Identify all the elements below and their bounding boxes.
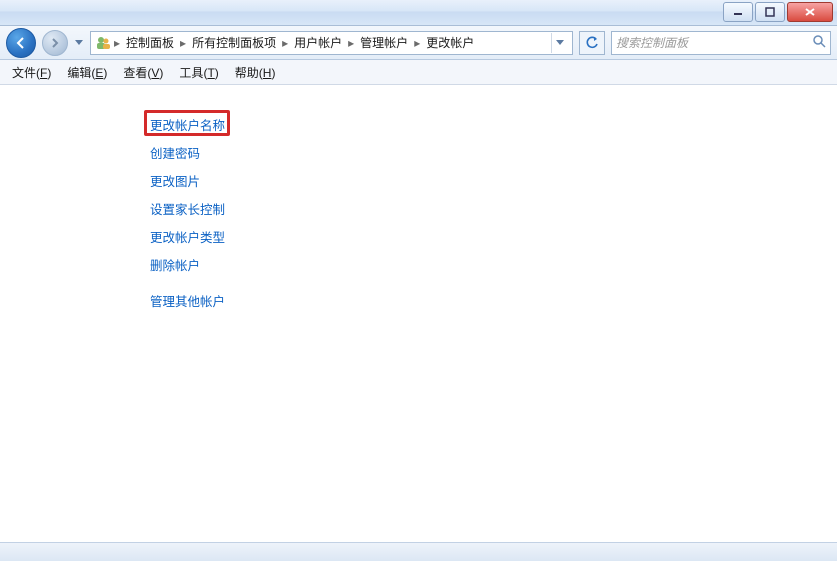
minimize-button[interactable] bbox=[723, 2, 753, 22]
link-change-account-type[interactable]: 更改帐户类型 bbox=[150, 227, 225, 246]
menu-tools[interactable]: 工具(T) bbox=[173, 62, 224, 83]
history-dropdown[interactable] bbox=[74, 35, 84, 51]
arrow-right-icon bbox=[49, 37, 61, 49]
back-button[interactable] bbox=[6, 28, 36, 58]
refresh-button[interactable] bbox=[579, 31, 605, 55]
address-dropdown[interactable] bbox=[551, 33, 568, 53]
menu-label: 工具 bbox=[179, 66, 203, 80]
refresh-icon bbox=[585, 36, 599, 50]
menu-view[interactable]: 查看(V) bbox=[117, 62, 169, 83]
breadcrumb[interactable]: 所有控制面板项 bbox=[189, 34, 279, 51]
search-placeholder: 搜索控制面板 bbox=[616, 34, 688, 51]
breadcrumb-separator: ▸ bbox=[347, 36, 355, 50]
maximize-icon bbox=[765, 7, 775, 17]
breadcrumb-separator: ▸ bbox=[179, 36, 187, 50]
menu-label: 查看 bbox=[123, 66, 147, 80]
link-parental-controls[interactable]: 设置家长控制 bbox=[150, 199, 225, 218]
menu-hotkey: E bbox=[95, 66, 103, 80]
search-box[interactable]: 搜索控制面板 bbox=[611, 31, 831, 55]
menu-hotkey: H bbox=[263, 66, 272, 80]
navigation-bar: ▸ 控制面板 ▸ 所有控制面板项 ▸ 用户帐户 ▸ 管理帐户 ▸ 更改帐户 搜索… bbox=[0, 26, 837, 60]
link-change-account-name[interactable]: 更改帐户名称 bbox=[150, 115, 225, 134]
breadcrumb[interactable]: 用户帐户 bbox=[291, 34, 345, 51]
menu-hotkey: T bbox=[207, 66, 214, 80]
address-bar[interactable]: ▸ 控制面板 ▸ 所有控制面板项 ▸ 用户帐户 ▸ 管理帐户 ▸ 更改帐户 bbox=[90, 31, 573, 55]
search-icon bbox=[812, 34, 826, 51]
maximize-button[interactable] bbox=[755, 2, 785, 22]
breadcrumb-separator: ▸ bbox=[113, 36, 121, 50]
breadcrumb[interactable]: 更改帐户 bbox=[423, 34, 477, 51]
breadcrumb[interactable]: 管理帐户 bbox=[357, 34, 411, 51]
menu-edit[interactable]: 编辑(E) bbox=[61, 62, 113, 83]
breadcrumb-separator: ▸ bbox=[413, 36, 421, 50]
menu-label: 文件 bbox=[12, 66, 36, 80]
close-button[interactable] bbox=[787, 2, 833, 22]
breadcrumb-separator: ▸ bbox=[281, 36, 289, 50]
link-create-password[interactable]: 创建密码 bbox=[150, 143, 200, 162]
link-manage-other-accounts[interactable]: 管理其他帐户 bbox=[150, 291, 225, 310]
status-bar bbox=[0, 542, 837, 561]
minimize-icon bbox=[733, 7, 743, 17]
titlebar bbox=[0, 0, 837, 26]
menu-label: 编辑 bbox=[67, 66, 91, 80]
close-icon bbox=[804, 7, 816, 17]
arrow-left-icon bbox=[14, 36, 28, 50]
link-change-picture[interactable]: 更改图片 bbox=[150, 171, 200, 190]
menu-bar: 文件(F) 编辑(E) 查看(V) 工具(T) 帮助(H) bbox=[0, 60, 837, 85]
control-panel-window: ▸ 控制面板 ▸ 所有控制面板项 ▸ 用户帐户 ▸ 管理帐户 ▸ 更改帐户 搜索… bbox=[0, 0, 837, 561]
link-delete-account[interactable]: 删除帐户 bbox=[150, 255, 200, 274]
menu-hotkey: F bbox=[40, 66, 47, 80]
chevron-down-icon bbox=[556, 40, 564, 46]
account-action-list: 更改帐户名称 创建密码 更改图片 设置家长控制 更改帐户类型 删除帐户 管理其他… bbox=[150, 115, 837, 310]
breadcrumb[interactable]: 控制面板 bbox=[123, 34, 177, 51]
menu-label: 帮助 bbox=[235, 66, 259, 80]
menu-help[interactable]: 帮助(H) bbox=[229, 62, 282, 83]
menu-file[interactable]: 文件(F) bbox=[6, 62, 57, 83]
forward-button[interactable] bbox=[42, 30, 68, 56]
user-accounts-icon bbox=[95, 35, 111, 51]
menu-hotkey: V bbox=[151, 66, 159, 80]
chevron-down-icon bbox=[75, 40, 83, 46]
content-area: 更改帐户名称 创建密码 更改图片 设置家长控制 更改帐户类型 删除帐户 管理其他… bbox=[0, 85, 837, 310]
